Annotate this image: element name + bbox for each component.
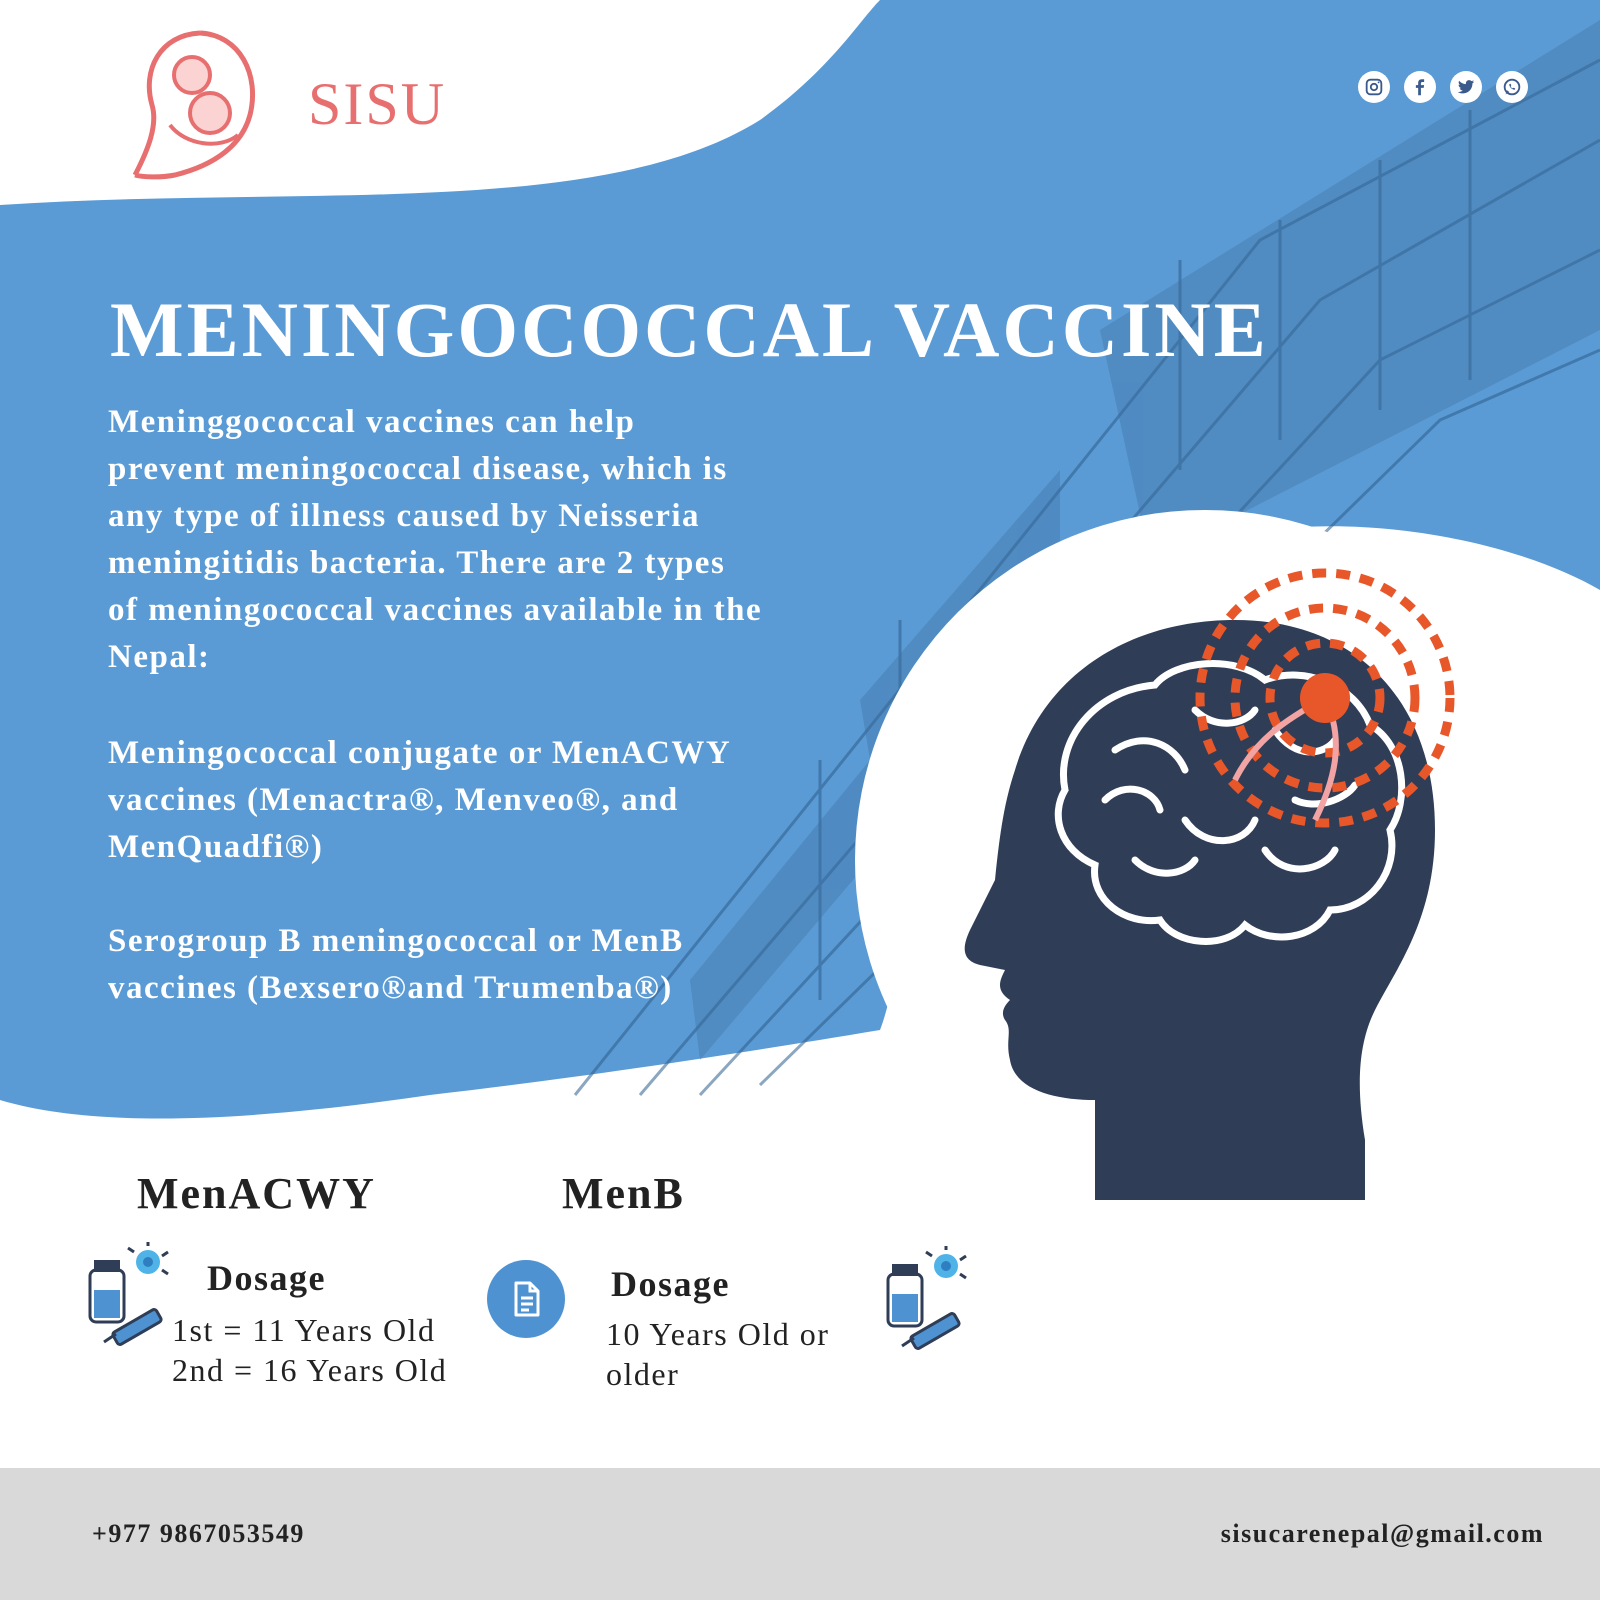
- footer-phone[interactable]: +977 9867053549: [92, 1519, 305, 1549]
- menacwy-dose-first: 1st = 11 Years Old: [172, 1312, 436, 1348]
- poster: SISU MENINGOCOCCAL VACCINE Meninggococca…: [0, 0, 1600, 1600]
- intro-line: meningitidis bacteria. There are 2 types: [108, 545, 726, 581]
- intro-line: Meninggococcal vaccines can help: [108, 404, 636, 440]
- page-title: MENINGOCOCCAL VACCINE: [110, 286, 1269, 373]
- vaccine-vial-icon: [886, 1246, 967, 1350]
- twitter-icon[interactable]: [1450, 71, 1482, 103]
- instagram-icon[interactable]: [1358, 71, 1390, 103]
- social-links: [1358, 71, 1528, 103]
- menacwy-dosage-label: Dosage: [207, 1258, 326, 1298]
- intro-paragraph: Meninggococcal vaccines can help prevent…: [108, 399, 848, 681]
- menacwy-dose-second: 2nd = 16 Years Old: [172, 1352, 448, 1388]
- intro-line: Nepal:: [108, 639, 211, 675]
- menb-line: vaccines (Bexsero®and Trumenba®): [108, 970, 673, 1006]
- mother-child-logo-icon: [132, 30, 256, 180]
- intro-line: of meningococcal vaccines available in t…: [108, 592, 763, 628]
- intro-line: prevent meningococcal disease, which is: [108, 451, 728, 487]
- menacwy-description: Meningococcal conjugate or MenACWY vacci…: [108, 730, 848, 871]
- vaccine-vial-icon: [88, 1242, 169, 1346]
- menacwy-line: Meningococcal conjugate or MenACWY: [108, 735, 732, 771]
- facebook-icon[interactable]: [1404, 71, 1436, 103]
- menacwy-line: vaccines (Menactra®, Menveo®, and: [108, 782, 679, 818]
- whatsapp-icon[interactable]: [1496, 71, 1528, 103]
- menacwy-line: MenQuadfi®): [108, 829, 324, 865]
- menb-dose: 10 Years Old or older: [606, 1316, 830, 1392]
- menb-description: Serogroup B meningococcal or MenB vaccin…: [108, 918, 848, 1012]
- menacwy-heading: MenACWY: [137, 1169, 376, 1218]
- menb-dosage-label: Dosage: [611, 1264, 730, 1304]
- intro-line: any type of illness caused by Neisseria: [108, 498, 701, 534]
- head-brain-illustration: [964, 568, 1455, 1200]
- menb-heading: MenB: [562, 1169, 685, 1218]
- menb-line: Serogroup B meningococcal or MenB: [108, 923, 684, 959]
- brand-name: SISU: [308, 71, 447, 137]
- document-icon: [487, 1260, 565, 1338]
- footer-email[interactable]: sisucarenepal@gmail.com: [1221, 1519, 1544, 1549]
